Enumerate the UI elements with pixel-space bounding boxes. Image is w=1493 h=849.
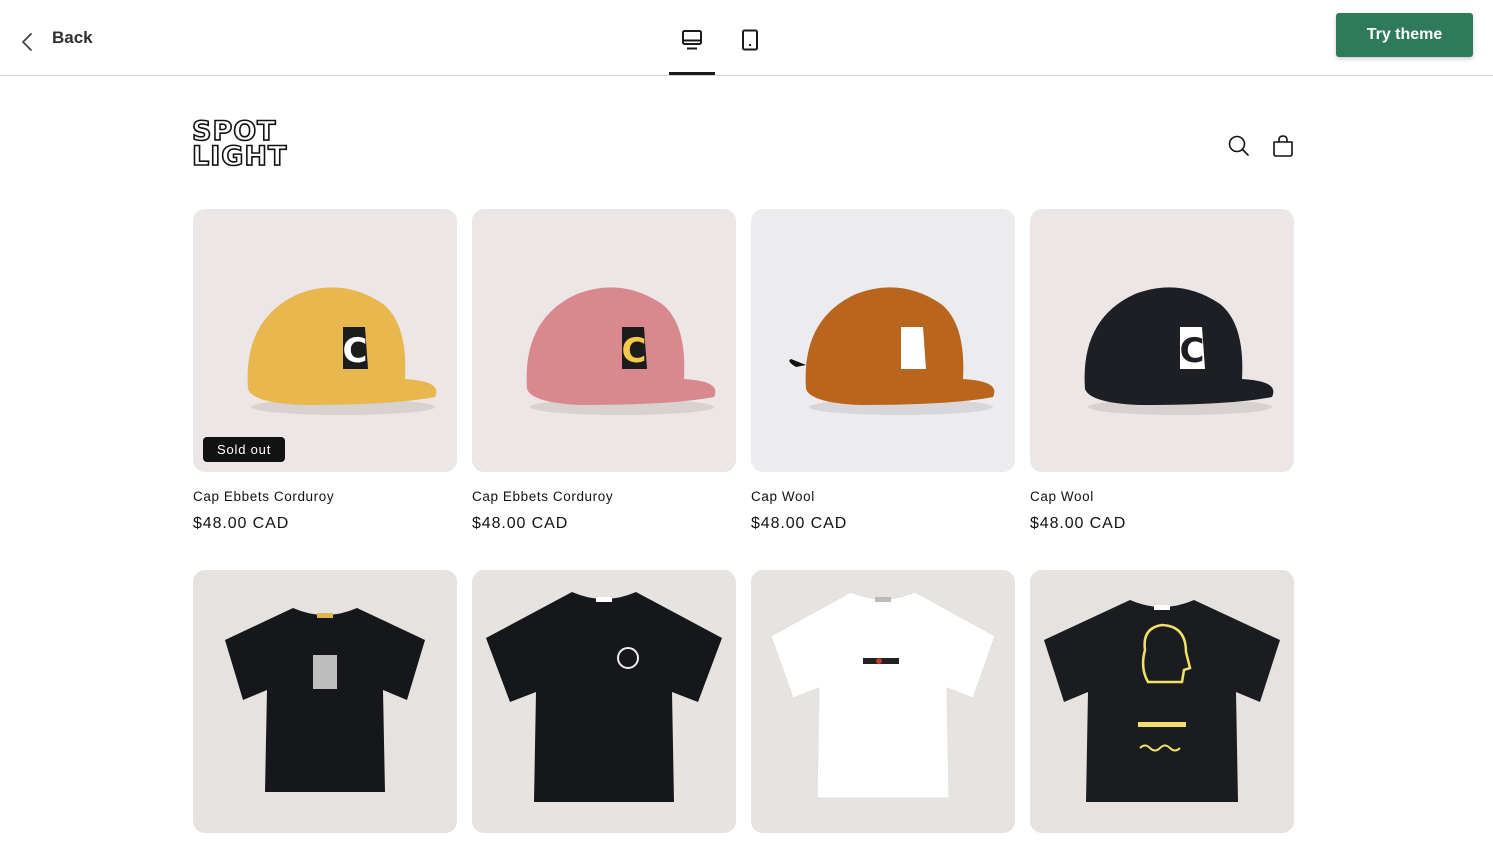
cart-button[interactable] <box>1270 133 1296 159</box>
product-image[interactable] <box>193 570 457 833</box>
search-icon <box>1228 135 1249 156</box>
try-theme-button[interactable]: Try theme <box>1336 13 1473 57</box>
product-price: $48.00 CAD <box>751 515 848 532</box>
cap-image: C <box>1030 209 1294 472</box>
product-card[interactable] <box>472 570 736 833</box>
tshirt-image <box>1030 570 1294 833</box>
preview-top-bar: Back Try theme <box>0 0 1493 76</box>
product-image[interactable]: C Sold out <box>193 209 457 472</box>
product-card[interactable]: C Cap Wool $48.00 CAD <box>1030 209 1294 532</box>
active-view-indicator <box>669 72 715 75</box>
mobile-icon <box>742 29 758 51</box>
product-image[interactable]: C <box>1030 209 1294 472</box>
product-title[interactable]: Cap Ebbets Corduroy <box>193 489 334 504</box>
svg-text:C: C <box>901 331 926 371</box>
store-logo[interactable]: SPOT LIGHT <box>191 117 316 175</box>
tshirt-image <box>193 570 457 833</box>
product-card[interactable] <box>193 570 457 833</box>
product-card[interactable] <box>1030 570 1294 833</box>
cart-icon <box>1273 135 1293 157</box>
cap-image: C <box>472 209 736 472</box>
product-image[interactable] <box>751 570 1015 833</box>
cap-image: C <box>193 209 457 472</box>
svg-text:C: C <box>343 331 368 371</box>
product-title[interactable]: Cap Ebbets Corduroy <box>472 489 613 504</box>
back-label: Back <box>52 28 93 47</box>
product-card[interactable]: C Sold out Cap Ebbets Corduroy $48.00 CA… <box>193 209 457 532</box>
product-card[interactable]: C Cap Wool $48.00 CAD <box>751 209 1015 532</box>
desktop-icon <box>682 30 702 50</box>
product-image[interactable]: C <box>472 209 736 472</box>
product-card[interactable]: C Cap Ebbets Corduroy $48.00 CAD <box>472 209 736 532</box>
search-button[interactable] <box>1226 133 1252 159</box>
sold-out-badge: Sold out <box>203 437 286 462</box>
tshirt-image <box>751 570 1015 833</box>
product-title[interactable]: Cap Wool <box>1030 489 1094 504</box>
product-image[interactable] <box>1030 570 1294 833</box>
tshirt-image <box>472 570 736 833</box>
logo-line-2: LIGHT <box>191 141 288 172</box>
product-price: $48.00 CAD <box>472 515 569 532</box>
product-image[interactable]: C <box>751 209 1015 472</box>
svg-text:C: C <box>1180 331 1205 371</box>
product-title[interactable]: Cap Wool <box>751 489 815 504</box>
product-card[interactable] <box>751 570 1015 833</box>
product-price: $48.00 CAD <box>193 515 290 532</box>
mobile-view-button[interactable] <box>727 18 773 62</box>
desktop-view-button[interactable] <box>669 18 715 62</box>
chevron-left-icon <box>22 33 32 51</box>
product-price: $48.00 CAD <box>1030 515 1127 532</box>
product-image[interactable] <box>472 570 736 833</box>
cap-image: C <box>751 209 1015 472</box>
svg-text:C: C <box>622 331 647 371</box>
back-button[interactable]: Back <box>18 22 93 54</box>
